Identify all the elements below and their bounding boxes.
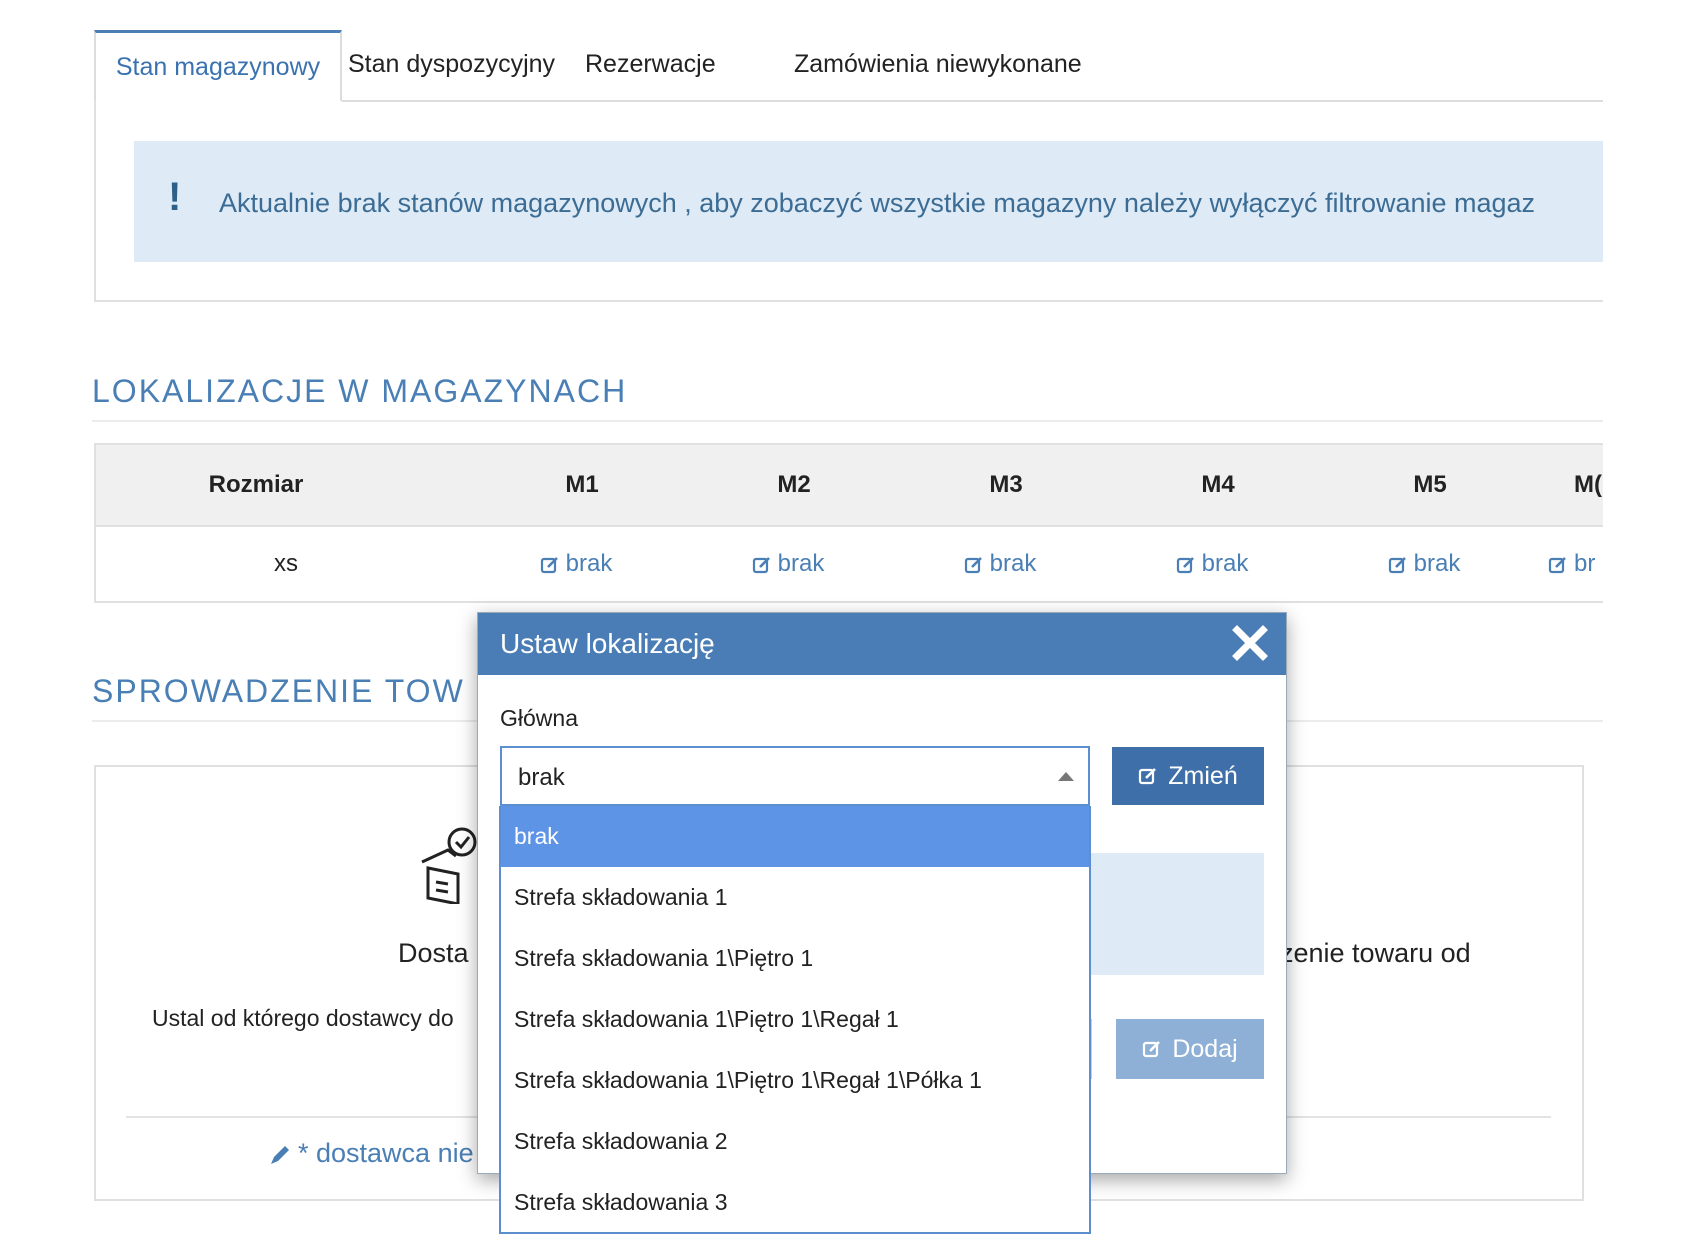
location-link-m4[interactable]: brak [1122,525,1302,603]
dropdown-option[interactable]: Strefa składowania 1\Piętro 1\Regał 1 [501,989,1089,1050]
column-header-m5: M5 [1413,471,1447,498]
section-divider [92,420,1603,422]
dropdown-option[interactable]: Strefa składowania 1\Piętro 1 [501,928,1089,989]
change-button[interactable]: Zmień [1112,747,1264,805]
modal-header: Ustaw lokalizację [478,613,1286,675]
info-alert: ! Aktualnie brak stanów magazynowych , a… [134,141,1603,262]
tab-zamowienia-niewykonane[interactable]: Zamówienia niewykonane [794,30,1082,100]
supplier-link[interactable]: * dostawca nie [268,1138,474,1169]
edit-icon [752,556,770,573]
location-link-m5[interactable]: brak [1334,525,1514,603]
edit-icon [1388,556,1406,573]
card-subtext: Ustal od którego dostawcy do [152,1005,454,1031]
dropdown-option[interactable]: Strefa składowania 2 [501,1111,1089,1172]
location-dropdown-list: brak Strefa składowania 1 Strefa składow… [499,806,1091,1234]
modal-title: Ustaw lokalizację [500,628,715,659]
edit-icon [540,556,558,573]
locations-section-title: LOKALIZACJE W MAGAZYNACH [92,373,628,409]
location-link-m1[interactable]: brak [486,525,666,603]
exclamation-icon: ! [168,175,182,219]
location-link-m6[interactable]: br [1548,525,1603,603]
tab-stan-dyspozycyjny[interactable]: Stan dyspozycyjny [348,30,555,100]
change-button-label: Zmień [1168,761,1238,790]
chevron-up-icon [1058,772,1074,781]
column-header-rozmiar: Rozmiar [208,471,304,498]
dropdown-option[interactable]: Strefa składowania 1\Piętro 1\Regał 1\Pó… [501,1050,1089,1111]
tab-stan-magazynowy[interactable]: Stan magazynowy [94,30,342,102]
location-value: brak [1201,550,1249,577]
column-header-m6: M( [1574,471,1602,498]
location-value: brak [565,550,613,577]
supplier-link-text: * dostawca nie [298,1138,474,1168]
tab-bar: Stan magazynowy Stan dyspozycyjny Rezerw… [94,30,1603,102]
location-value: brak [989,550,1037,577]
locations-table: Rozmiar M1 M2 M3 M4 M5 M( xs brak brak b… [94,443,1603,603]
edit-icon [964,556,982,573]
box-check-icon [421,827,477,904]
card-title-left: Dosta [398,938,469,968]
dropdown-option[interactable]: brak [501,806,1089,867]
modal-info-box [1090,853,1264,975]
alert-text: Aktualnie brak stanów magazynowych , aby… [219,188,1536,218]
dropdown-option[interactable]: Strefa składowania 3 [501,1172,1089,1232]
main-location-label: Główna [500,705,578,731]
location-link-m2[interactable]: brak [698,525,878,603]
dropdown-option[interactable]: Strefa składowania 1 [501,867,1089,928]
column-header-m1: M1 [565,471,599,498]
pencil-icon [271,1145,289,1164]
column-header-m2: M2 [777,471,811,498]
tab-rezerwacje[interactable]: Rezerwacje [585,30,716,100]
select-value: brak [518,764,565,791]
location-value: brak [1413,550,1461,577]
column-header-m3: M3 [989,471,1023,498]
size-cell: xs [274,550,298,577]
add-button[interactable]: Dodaj [1116,1019,1264,1079]
location-value: brak [777,550,825,577]
column-header-m4: M4 [1201,471,1235,498]
edit-icon [1176,556,1194,573]
card-title-right: zenie towaru od [1280,938,1471,968]
edit-icon [1143,1041,1161,1058]
check-section-title: SPROWADZENIE TOW [92,673,465,709]
location-link-m3[interactable]: brak [910,525,1090,603]
edit-icon [1139,768,1157,785]
location-value: br [1574,550,1596,577]
add-button-label: Dodaj [1172,1034,1238,1063]
edit-icon [1548,556,1566,573]
main-location-select[interactable]: brak [500,746,1090,806]
close-icon[interactable] [1228,621,1272,665]
table-header-row: Rozmiar M1 M2 M3 M4 M5 M( [96,445,1603,527]
